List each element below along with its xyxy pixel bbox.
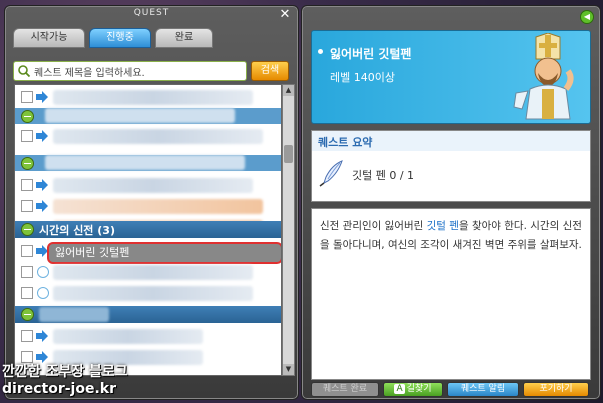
selected-quest-row[interactable]: 잃어버린 깃털펜: [15, 241, 281, 264]
collapse-icon[interactable]: [21, 157, 34, 170]
group-header[interactable]: [15, 306, 281, 323]
collapse-icon[interactable]: [21, 223, 34, 236]
give-up-button[interactable]: 포기하기: [523, 382, 589, 397]
checkbox[interactable]: [21, 200, 33, 212]
blurred-group-name: [45, 108, 235, 123]
collapse-icon[interactable]: [21, 110, 34, 123]
description-highlight: 깃털 펜: [426, 220, 459, 232]
collapse-icon[interactable]: [21, 308, 34, 321]
arrow-right-icon: [36, 91, 48, 103]
list-item[interactable]: [15, 283, 281, 304]
arrow-right-icon: [36, 330, 48, 342]
search-input[interactable]: 퀘스트 제목을 입력하세요.: [13, 61, 247, 81]
scrollbar[interactable]: ▲ ▼: [282, 84, 295, 376]
arrow-right-icon: [36, 130, 48, 142]
circle-icon: [37, 266, 49, 278]
blurred-quest-name: [53, 178, 253, 193]
blurred-quest-name: [53, 199, 263, 214]
list-item[interactable]: [15, 87, 281, 108]
quest-info-panel: 잃어버린 깃털펜 레벨 140이상: [311, 30, 591, 124]
list-item[interactable]: [15, 262, 281, 283]
action-buttons: 퀘스트 완료 A 길찾기 퀘스트 알림 포기하기: [311, 382, 591, 397]
watermark-line1: 깐깐한 조부장 블로그: [2, 364, 128, 380]
quest-list-window: QUEST ✕ 시작가능 진행중 완료 퀘스트 제목을 입력하세요. 검색 시간…: [4, 5, 299, 400]
quest-list: 시간의 신전 (3) 잃어버린 깃털펜: [14, 84, 282, 376]
scroll-up-icon[interactable]: ▲: [283, 85, 294, 96]
summary-header: 퀘스트 요약: [312, 131, 590, 151]
list-item[interactable]: [15, 126, 281, 147]
list-item: [15, 108, 281, 124]
checkbox[interactable]: [21, 245, 33, 257]
quest-summary-panel: 퀘스트 요약 깃털 펜 0 / 1: [311, 130, 591, 202]
find-path-button[interactable]: A 길찾기: [383, 382, 443, 397]
quest-title: 잃어버린 깃털펜: [330, 47, 412, 61]
summary-title: 퀘스트 요약: [318, 136, 373, 149]
list-item[interactable]: [15, 326, 281, 347]
watermark-line2: director-joe.kr: [2, 381, 116, 397]
back-icon[interactable]: ◀: [580, 10, 594, 24]
quest-description-panel: 신전 관리인이 잃어버린 깃털 펜을 찾아야 한다. 시간의 신전을 돌아다니며…: [311, 208, 591, 380]
window-title: QUEST: [133, 8, 170, 18]
blurred-quest-name: [53, 265, 253, 280]
tab-available[interactable]: 시작가능: [13, 28, 85, 48]
scroll-down-icon[interactable]: ▼: [283, 364, 294, 375]
tab-in-progress[interactable]: 진행중: [89, 28, 151, 48]
search-button[interactable]: 검색: [251, 61, 289, 81]
tab-completed[interactable]: 완료: [155, 28, 213, 48]
circle-icon: [37, 287, 49, 299]
bullet-icon: [318, 49, 323, 54]
arrow-right-icon: [36, 351, 48, 363]
search-icon: [18, 65, 31, 78]
checkbox[interactable]: [21, 130, 33, 142]
complete-quest-button[interactable]: 퀘스트 완료: [311, 382, 379, 397]
checkbox[interactable]: [21, 287, 33, 299]
arrow-right-icon: [36, 179, 48, 191]
blurred-group-name: [39, 307, 109, 322]
search-bar: 퀘스트 제목을 입력하세요. 검색: [13, 61, 289, 81]
quest-item-progress: 깃털 펜 0 / 1: [352, 169, 415, 182]
blurred-quest-name: [53, 286, 253, 301]
list-item[interactable]: [15, 196, 281, 217]
group-header[interactable]: 시간의 신전 (3): [15, 221, 281, 238]
list-item[interactable]: [15, 175, 281, 196]
blurred-group-name: [45, 155, 245, 170]
quest-level: 레벨 140이상: [330, 71, 395, 84]
blurred-quest-name: [53, 90, 253, 105]
quest-detail-window: ◀ 잃어버린 깃털펜 레벨 140이상 퀘스트 요약 깃털 펜 0 / 1 신전: [301, 5, 601, 400]
hotkey-badge: A: [394, 384, 405, 394]
blog-watermark: 깐깐한 조부장 블로그 director-joe.kr: [2, 364, 128, 398]
scroll-thumb[interactable]: [284, 145, 293, 163]
arrow-right-icon: [36, 200, 48, 212]
quest-alarm-button[interactable]: 퀘스트 알림: [447, 382, 519, 397]
quill-pen-icon: [319, 160, 343, 187]
search-placeholder: 퀘스트 제목을 입력하세요.: [34, 68, 145, 79]
npc-priest-icon: [513, 33, 574, 120]
list-item: [15, 155, 281, 171]
quest-description: 신전 관리인이 잃어버린 깃털 펜을 찾아야 한다. 시간의 신전을 돌아다니며…: [320, 217, 582, 255]
quest-name: 잃어버린 깃털펜: [55, 246, 130, 259]
blurred-quest-name: [53, 350, 203, 365]
description-part1: 신전 관리인이 잃어버린: [320, 220, 427, 232]
blurred-quest-name: [53, 129, 263, 144]
close-icon[interactable]: ✕: [278, 8, 292, 22]
blurred-quest-name: [53, 329, 203, 344]
group-label: 시간의 신전 (3): [39, 224, 115, 237]
find-path-label: 길찾기: [406, 384, 432, 394]
checkbox[interactable]: [21, 179, 33, 191]
checkbox[interactable]: [21, 91, 33, 103]
checkbox[interactable]: [21, 330, 33, 342]
checkbox[interactable]: [21, 266, 33, 278]
checkbox[interactable]: [21, 351, 33, 363]
